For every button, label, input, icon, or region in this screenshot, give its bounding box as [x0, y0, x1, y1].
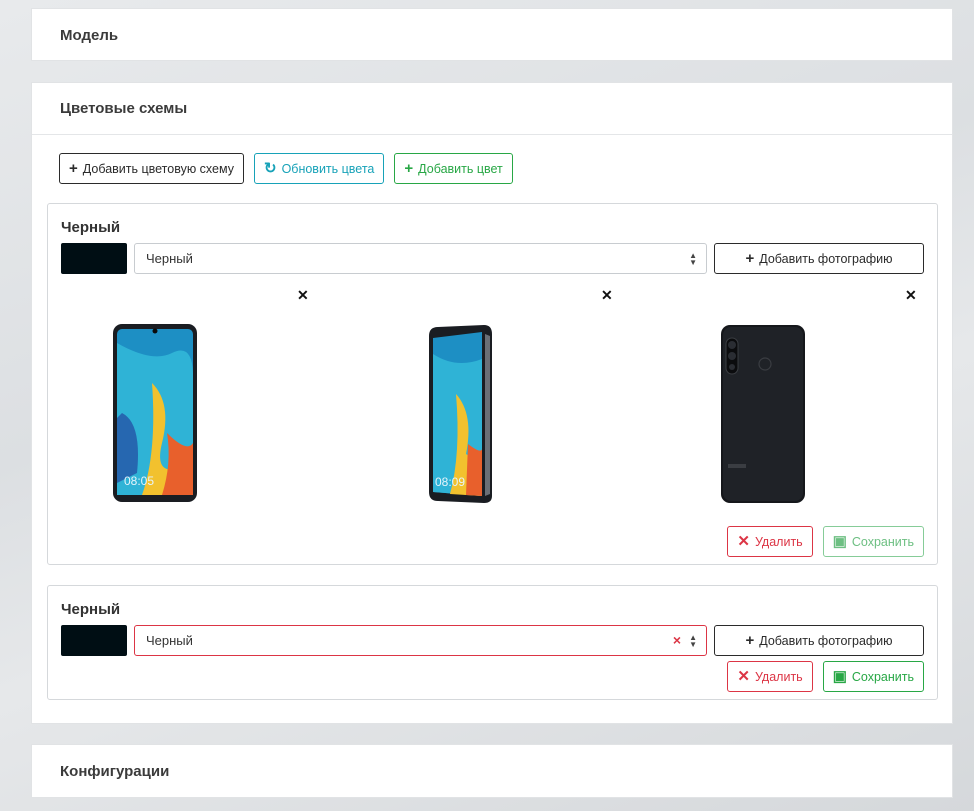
color-schemes-card: Цветовые схемы + Добавить цветовую схему… [31, 82, 953, 724]
plus-icon: + [69, 160, 78, 177]
model-card-title[interactable]: Модель [32, 9, 952, 61]
svg-text:08:09: 08:09 [435, 475, 465, 489]
add-color-scheme-button[interactable]: + Добавить цветовую схему [59, 153, 244, 184]
color-select[interactable]: Черный ▲ ▼ [134, 243, 707, 274]
add-photo-label: Добавить фотографию [759, 251, 893, 266]
phone-back-icon [721, 325, 805, 503]
color-schemes-toolbar: + Добавить цветовую схему ↻ Обновить цве… [59, 153, 513, 184]
refresh-colors-label: Обновить цвета [281, 161, 375, 176]
plus-icon: + [745, 632, 755, 649]
add-photo-label: Добавить фотографию [759, 633, 893, 648]
color-schemes-title[interactable]: Цветовые схемы [32, 83, 952, 135]
save-icon: ▣ [832, 668, 847, 685]
add-color-button[interactable]: + Добавить цвет [394, 153, 513, 184]
add-color-scheme-label: Добавить цветовую схему [82, 161, 234, 176]
save-scheme-button[interactable]: ▣ Сохранить [822, 661, 924, 692]
color-scheme-title: Черный [61, 219, 121, 236]
close-icon: ✕ [737, 533, 750, 550]
scheme-actions: ✕ Удалить ▣ Сохранить [727, 526, 924, 557]
color-scheme-panel: Черный Черный ▲ ▼ + Добавить фотографию ✕… [47, 203, 938, 565]
color-select-value: Черный [146, 633, 193, 648]
color-select-value: Черный [146, 251, 193, 266]
save-icon: ▣ [832, 533, 847, 550]
phone-angle-icon: 08:09 [429, 325, 492, 503]
refresh-colors-button[interactable]: ↻ Обновить цвета [253, 153, 385, 184]
delete-scheme-button[interactable]: ✕ Удалить [727, 526, 813, 557]
save-scheme-button[interactable]: ▣ Сохранить [822, 526, 924, 557]
remove-photo-icon[interactable]: ✕ [601, 287, 613, 304]
configurations-title[interactable]: Конфигурации [32, 745, 952, 797]
remove-photo-icon[interactable]: ✕ [905, 287, 917, 304]
delete-label: Удалить [754, 669, 803, 684]
save-label: Сохранить [851, 669, 914, 684]
color-select[interactable]: Черный × ▲ ▼ [134, 625, 707, 656]
add-photo-button[interactable]: + Добавить фотографию [714, 243, 924, 274]
plus-icon: + [745, 250, 755, 267]
phone-front-icon: 08:05 [113, 324, 197, 502]
color-swatch [61, 243, 127, 274]
remove-photo-icon[interactable]: ✕ [297, 287, 309, 304]
refresh-icon: ↻ [263, 160, 277, 177]
color-scheme-panel: Черный Черный × ▲ ▼ + Добавить фотографию… [47, 585, 938, 700]
clear-selection-icon[interactable]: × [673, 632, 681, 648]
scheme-actions: ✕ Удалить ▣ Сохранить [727, 661, 924, 692]
delete-scheme-button[interactable]: ✕ Удалить [727, 661, 813, 692]
select-arrows-icon: ▲ ▼ [689, 251, 697, 267]
model-card: Модель [31, 8, 953, 61]
add-color-label: Добавить цвет [418, 161, 503, 176]
select-arrows-icon: ▲ ▼ [689, 633, 697, 649]
add-photo-button[interactable]: + Добавить фотографию [714, 625, 924, 656]
configurations-card: Конфигурации [31, 744, 953, 798]
delete-label: Удалить [754, 534, 803, 549]
color-swatch [61, 625, 127, 656]
close-icon: ✕ [737, 668, 750, 685]
svg-text:08:05: 08:05 [124, 474, 154, 488]
plus-icon: + [404, 160, 414, 177]
save-label: Сохранить [851, 534, 914, 549]
color-scheme-title: Черный [61, 601, 121, 618]
